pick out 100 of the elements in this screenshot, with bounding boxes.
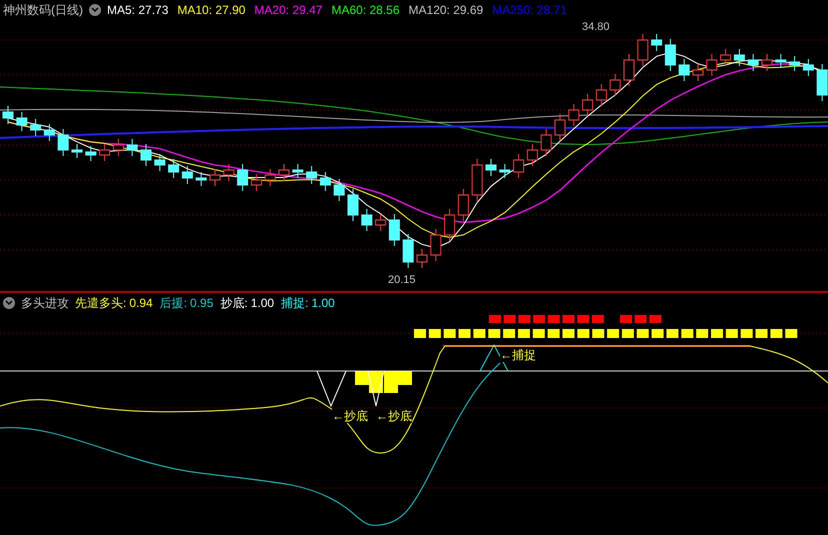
moving-average-legend: MA20: 29.47 (254, 3, 322, 17)
signal-block (756, 329, 768, 338)
signal-block (726, 329, 738, 338)
signal-block (562, 329, 574, 338)
candlestick (85, 146, 96, 162)
candlestick (472, 158, 483, 202)
signal-block (428, 329, 441, 338)
signal-block (592, 329, 604, 338)
high-price-label: 34.80 (582, 20, 610, 35)
signal-label: ←抄底 (376, 409, 412, 423)
indicator-legend-label: 后援: (160, 296, 188, 310)
candlestick (624, 54, 634, 86)
signal-block (620, 315, 632, 323)
candlestick (154, 154, 166, 172)
candlestick (692, 64, 704, 82)
moving-average-legend: MA120: 29.69 (408, 3, 484, 17)
signal-block (649, 315, 662, 323)
indicator-legend-label: 先遣多头: (75, 296, 126, 310)
indicator-legend-label: 抄底: (220, 296, 248, 310)
candlestick (375, 214, 386, 232)
candlestick (250, 174, 262, 192)
candlestick (72, 144, 82, 158)
indicator-legend-value: 0.94 (129, 296, 153, 310)
dropdown-icon[interactable] (3, 297, 15, 309)
candlestick (720, 48, 732, 66)
candlestick (334, 178, 345, 202)
chart-title: 神州数码(日线) (3, 3, 83, 17)
candlestick (278, 164, 290, 182)
candlestick (706, 54, 718, 76)
signal-block (414, 329, 426, 338)
indicator-legend-value: 0.95 (190, 296, 214, 310)
candlestick (361, 208, 372, 232)
signal-block (444, 329, 456, 338)
signal-block (681, 329, 694, 338)
moving-average-legend: MA10: 27.90 (177, 3, 246, 17)
candlestick (664, 38, 676, 72)
candlestick (306, 166, 318, 184)
signal-block (518, 329, 530, 338)
candlestick (168, 158, 180, 178)
signal-block (634, 315, 647, 323)
signal-block (607, 329, 620, 338)
signal-block (532, 329, 545, 338)
v-marker (368, 370, 384, 406)
candlestick (320, 172, 331, 192)
candlestick (196, 172, 207, 186)
moving-average-legend: MA60: 28.56 (331, 3, 400, 17)
signal-block (577, 329, 590, 338)
candlestick (140, 144, 152, 166)
candlestick (99, 144, 110, 162)
signal-block (458, 329, 471, 338)
signal-block (488, 329, 500, 338)
indicator-legend-label: 捕捉: (281, 296, 308, 310)
signal-label: ←捕捉 (500, 348, 536, 362)
candlestick (210, 168, 220, 186)
candlestick (540, 128, 552, 156)
signal-block (711, 329, 723, 338)
candlestick (499, 164, 510, 178)
signal-block (518, 315, 530, 323)
signal-block (636, 329, 649, 338)
candlestick (402, 234, 414, 268)
signal-block (770, 329, 782, 338)
candlestick (292, 164, 304, 178)
indicator-legend-value: 1.00 (311, 296, 335, 310)
signal-block (785, 329, 798, 338)
signal-block (622, 329, 634, 338)
candlestick (416, 248, 428, 268)
candlestick (388, 214, 400, 246)
candlestick (444, 208, 456, 242)
candlestick (58, 128, 69, 156)
candlestick (816, 64, 828, 102)
signal-label: ←抄底 (332, 409, 368, 423)
signal-block (489, 315, 501, 323)
candlestick (802, 58, 814, 76)
signal-block (696, 329, 708, 338)
signal-block (533, 315, 546, 323)
moving-average-legend: MA5: 27.73 (107, 3, 168, 17)
candlestick (568, 104, 580, 126)
candlestick (637, 34, 648, 66)
signal-block (548, 329, 560, 338)
candlestick (486, 158, 496, 176)
candlestick (348, 188, 358, 222)
candlestick (582, 94, 594, 116)
candlestick (223, 164, 234, 182)
candlestick (596, 84, 607, 106)
indicator-title: 多头进攻 (21, 296, 69, 310)
signal-block (652, 329, 664, 338)
candlestick (734, 48, 745, 66)
signal-block (592, 315, 604, 323)
candlestick (762, 54, 772, 72)
dropdown-icon[interactable] (89, 4, 101, 16)
candlestick (112, 138, 124, 156)
candlestick (789, 56, 800, 72)
signal-block (504, 315, 516, 323)
signal-block (548, 315, 560, 323)
candlestick (554, 114, 566, 142)
candlestick (44, 124, 55, 142)
candlestick (513, 154, 524, 178)
candlestick (610, 74, 621, 96)
candlestick (30, 118, 42, 136)
indicator-legend-value: 1.00 (250, 296, 274, 310)
